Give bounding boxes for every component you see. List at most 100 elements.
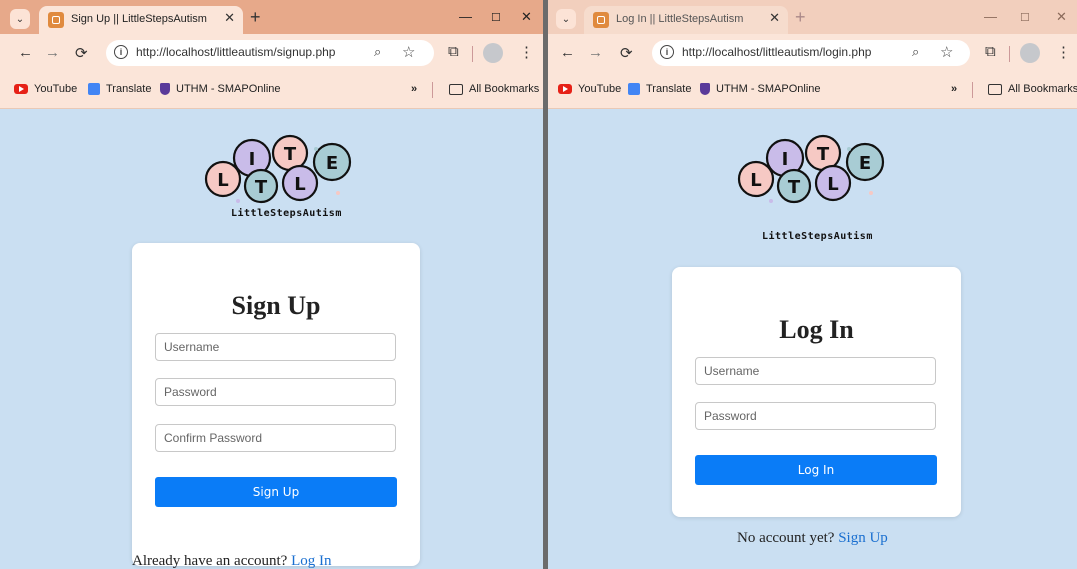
- bookmarks-separator: [432, 82, 433, 98]
- login-card: Log In Log In: [672, 267, 961, 517]
- tab-search-dropdown-icon[interactable]: ⌄: [10, 9, 30, 29]
- forward-icon[interactable]: →: [588, 44, 603, 61]
- signup-browser-window: ⌄ Sign Up || LittleStepsAutism ✕ + — ☐ ✕…: [0, 0, 543, 569]
- site-info-icon[interactable]: i: [114, 45, 128, 59]
- reload-icon[interactable]: ⟳: [620, 44, 633, 62]
- maximize-icon[interactable]: ☐: [491, 11, 501, 24]
- bookmark-youtube[interactable]: YouTube: [558, 83, 621, 95]
- brand-name: LittleStepsAutism: [231, 208, 342, 219]
- bookmarks-bar: YouTube Translate UTHM - SMAPOnline » Al…: [0, 72, 543, 109]
- all-bookmarks-button[interactable]: All Bookmarks: [988, 83, 1077, 95]
- url-text: http://localhost/littleautism/signup.php: [136, 45, 336, 59]
- back-icon[interactable]: ←: [18, 44, 33, 61]
- reload-icon[interactable]: ⟳: [75, 44, 88, 62]
- address-bar[interactable]: i http://localhost/littleautism/signup.p…: [106, 40, 434, 66]
- browser-toolbar: ← → ⟳ i http://localhost/littleautism/si…: [0, 34, 543, 72]
- tab-close-icon[interactable]: ✕: [224, 10, 235, 26]
- translate-icon: [88, 83, 100, 95]
- login-prompt: Already have an account? Log In: [132, 553, 332, 569]
- username-input[interactable]: [695, 357, 936, 385]
- login-button[interactable]: Log In: [695, 455, 937, 485]
- signup-link[interactable]: Sign Up: [838, 530, 888, 546]
- bookmark-translate[interactable]: Translate: [88, 83, 151, 95]
- bookmarks-bar: YouTube Translate UTHM - SMAPOnline » Al…: [548, 72, 1077, 109]
- logo-letter: E: [326, 153, 338, 174]
- login-link[interactable]: Log In: [291, 553, 331, 569]
- close-window-icon[interactable]: ✕: [521, 9, 532, 25]
- bookmark-star-icon[interactable]: ☆: [402, 43, 415, 61]
- profile-avatar[interactable]: [483, 43, 503, 63]
- logo-letter: L: [750, 170, 761, 191]
- more-bookmarks-icon[interactable]: »: [411, 83, 417, 95]
- username-input[interactable]: [155, 333, 396, 361]
- bookmark-uthm[interactable]: UTHM - SMAPOnline: [700, 83, 821, 95]
- tab-strip: ⌄ Log In || LittleStepsAutism ✕ + — ☐ ✕: [548, 0, 1077, 34]
- toolbar-separator: [472, 46, 473, 62]
- zoom-icon[interactable]: ⌕: [374, 44, 381, 60]
- tab-title: Sign Up || LittleStepsAutism: [71, 13, 207, 25]
- tab-signup[interactable]: Sign Up || LittleStepsAutism ✕: [39, 6, 243, 34]
- forward-icon[interactable]: →: [45, 44, 60, 61]
- bookmarks-separator: [972, 82, 973, 98]
- menu-icon[interactable]: ⋮: [1056, 43, 1071, 61]
- bookmark-translate[interactable]: Translate: [628, 83, 691, 95]
- logo-letter: L: [827, 174, 838, 195]
- folder-icon: [988, 83, 1002, 95]
- bookmark-youtube[interactable]: YouTube: [14, 83, 77, 95]
- logo-letter: T: [817, 144, 830, 165]
- little-logo-image: L I T T L E: [204, 134, 352, 204]
- new-tab-icon[interactable]: +: [250, 7, 261, 28]
- password-input[interactable]: [155, 378, 396, 406]
- bookmark-star-icon[interactable]: ☆: [940, 43, 953, 61]
- logo-letter: L: [294, 174, 305, 195]
- extensions-icon[interactable]: ⧉: [985, 43, 996, 60]
- address-bar[interactable]: i http://localhost/littleautism/login.ph…: [652, 40, 970, 66]
- brand-name: LittleStepsAutism: [762, 231, 873, 242]
- tab-title: Log In || LittleStepsAutism: [616, 13, 744, 25]
- minimize-icon[interactable]: —: [459, 9, 472, 24]
- youtube-icon: [558, 84, 572, 94]
- confirm-password-input[interactable]: [155, 424, 396, 452]
- minimize-icon[interactable]: —: [984, 9, 997, 24]
- logo-letter: L: [217, 170, 228, 191]
- tab-close-icon[interactable]: ✕: [769, 10, 780, 26]
- page-content: L I T T L E LittleStepsAutism Sign Up Si…: [0, 109, 543, 569]
- logo-letter: I: [782, 149, 789, 170]
- folder-icon: [449, 83, 463, 95]
- tab-login[interactable]: Log In || LittleStepsAutism ✕: [584, 6, 788, 34]
- logo-letter: T: [788, 177, 801, 198]
- url-text: http://localhost/littleautism/login.php: [682, 45, 872, 59]
- login-heading: Log In: [779, 315, 854, 344]
- site-favicon-icon: [593, 12, 609, 28]
- all-bookmarks-button[interactable]: All Bookmarks: [449, 83, 539, 95]
- little-logo-image: L I T T L E: [737, 134, 885, 204]
- new-tab-icon[interactable]: +: [795, 7, 806, 28]
- site-favicon-icon: [48, 12, 64, 28]
- signup-prompt-text: No account yet?: [737, 530, 835, 546]
- more-bookmarks-icon[interactable]: »: [951, 83, 957, 95]
- site-info-icon[interactable]: i: [660, 45, 674, 59]
- bookmark-uthm[interactable]: UTHM - SMAPOnline: [160, 83, 281, 95]
- logo-letter: T: [255, 177, 268, 198]
- back-icon[interactable]: ←: [560, 44, 575, 61]
- tab-search-dropdown-icon[interactable]: ⌄: [556, 9, 576, 29]
- logo-letter: I: [249, 149, 256, 170]
- zoom-icon[interactable]: ⌕: [912, 44, 919, 60]
- password-input[interactable]: [695, 402, 936, 430]
- translate-icon: [628, 83, 640, 95]
- logo-letter: T: [284, 144, 297, 165]
- tab-strip: ⌄ Sign Up || LittleStepsAutism ✕ + — ☐ ✕: [0, 0, 543, 34]
- logo-letter: E: [859, 153, 871, 174]
- extensions-icon[interactable]: ⧉: [448, 43, 459, 60]
- page-content: L I T T L E LittleStepsAutism Log In Log…: [548, 109, 1077, 569]
- signup-card: Sign Up Sign Up: [132, 243, 420, 566]
- youtube-icon: [14, 84, 28, 94]
- profile-avatar[interactable]: [1020, 43, 1040, 63]
- signup-heading: Sign Up: [231, 291, 321, 320]
- uthm-shield-icon: [160, 83, 170, 95]
- login-prompt-text: Already have an account?: [132, 553, 288, 569]
- close-window-icon[interactable]: ✕: [1056, 9, 1067, 25]
- maximize-icon[interactable]: ☐: [1020, 11, 1030, 24]
- signup-button[interactable]: Sign Up: [155, 477, 397, 507]
- menu-icon[interactable]: ⋮: [519, 43, 534, 61]
